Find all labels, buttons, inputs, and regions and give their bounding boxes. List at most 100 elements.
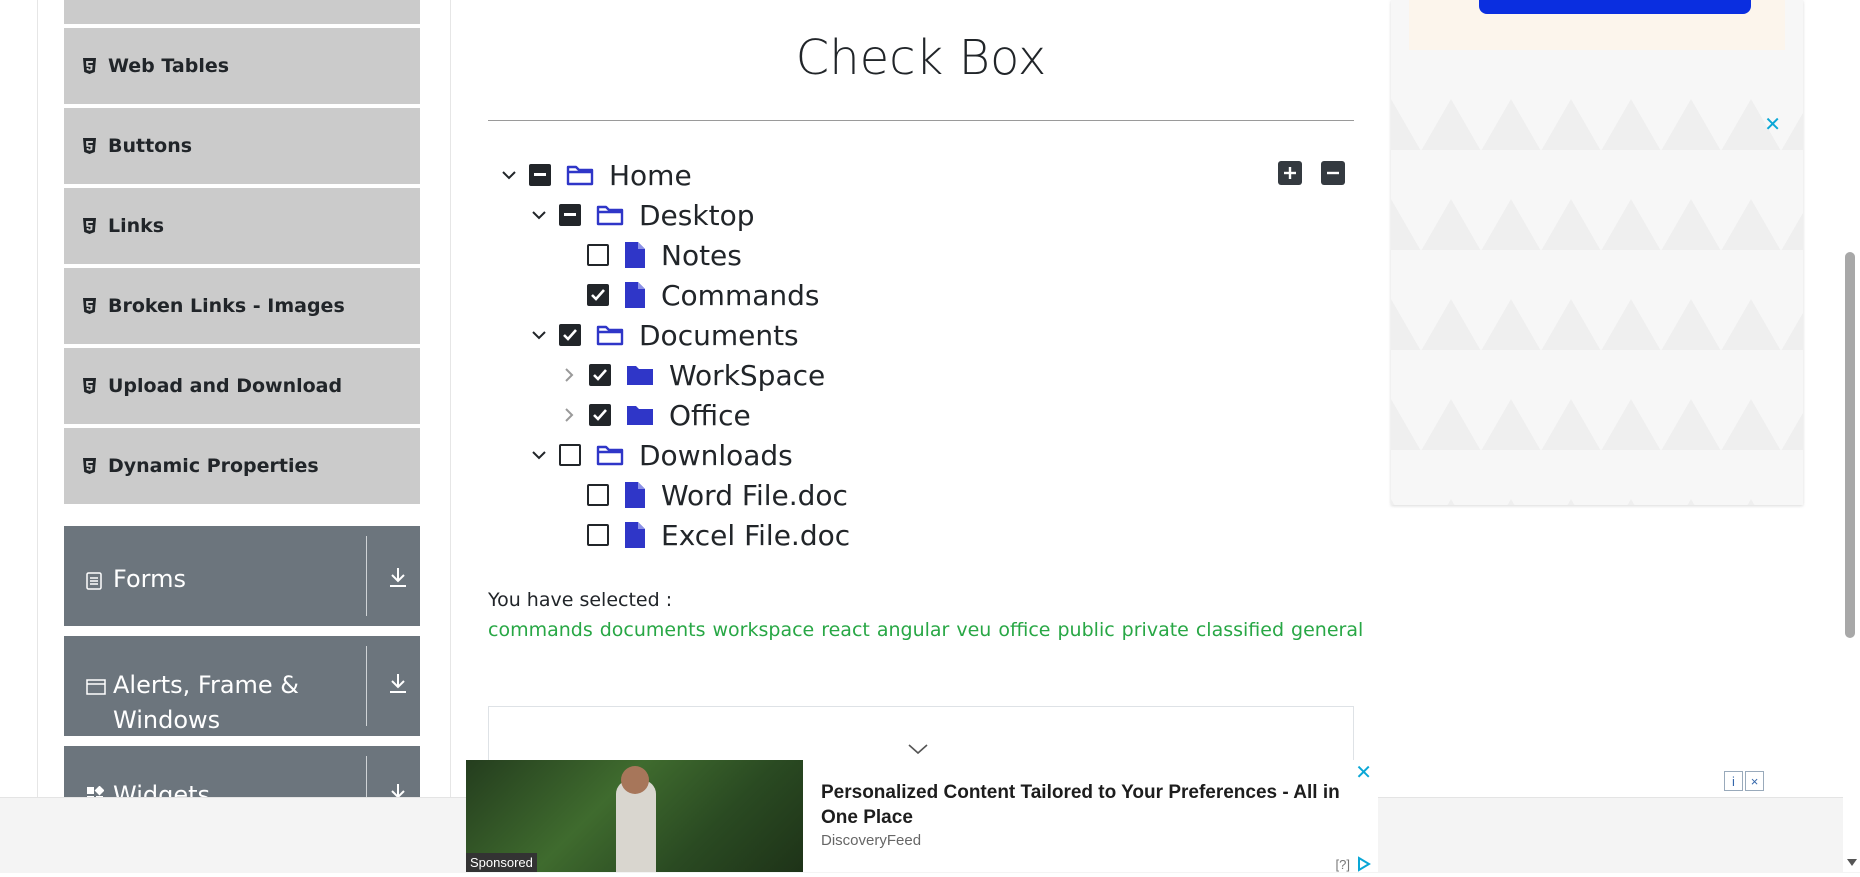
result-prefix: You have selected : — [488, 589, 673, 611]
selected-item: react — [821, 619, 870, 641]
ad-headline[interactable]: Personalized Content Tailored to Your Pr… — [821, 780, 1366, 830]
selected-item: classified — [1195, 619, 1285, 641]
selected-item: documents — [599, 619, 706, 641]
scroll-down-arrow[interactable] — [1847, 859, 1857, 866]
sidebar-item-links[interactable]: Links — [64, 188, 420, 266]
ad-controls: i × — [1724, 771, 1764, 791]
tree-node-label[interactable]: WorkSpace — [669, 359, 825, 392]
tree-node-downloads: Downloads — [528, 435, 793, 475]
ad-banner-right[interactable]: ✕ — [1391, 0, 1803, 505]
folder-open-icon — [566, 162, 594, 188]
expand-all-button[interactable] — [1278, 161, 1302, 185]
checkbox-workspace[interactable] — [589, 364, 611, 386]
selected-items: commands documents workspace react angular ve… — [488, 619, 1370, 641]
scrollbar[interactable] — [1843, 0, 1860, 872]
checkbox-word-file[interactable] — [587, 484, 609, 506]
file-icon — [624, 282, 646, 308]
group-label: Forms — [113, 565, 186, 593]
html5-icon — [82, 217, 96, 235]
sidebar-item-label: Web Tables — [108, 55, 230, 77]
chevron-right-icon[interactable] — [558, 364, 580, 386]
ad-source: DiscoveryFeed — [821, 832, 922, 849]
window-icon — [86, 678, 106, 696]
chevron-down-icon[interactable] — [528, 444, 550, 466]
scrollbar-thumb[interactable] — [1845, 252, 1855, 638]
chevron-down-icon[interactable] — [907, 742, 929, 756]
sidebar: Web Tables Buttons Links Broken Links - … — [0, 0, 452, 872]
checkbox-desktop[interactable] — [559, 204, 581, 226]
folder-open-icon — [596, 322, 624, 348]
group-divider — [366, 536, 367, 616]
ad-image: Sponsored — [466, 760, 803, 872]
group-label: Alerts, Frame & Windows — [113, 671, 300, 734]
file-icon — [624, 482, 646, 508]
sidebar-item-label: Buttons — [108, 135, 193, 157]
tree-node-label[interactable]: Word File.doc — [661, 479, 848, 512]
page-title: Check Box — [795, 30, 1047, 86]
checkbox-documents[interactable] — [559, 324, 581, 346]
tree-node-label[interactable]: Commands — [661, 279, 820, 312]
close-icon[interactable]: ✕ — [1764, 112, 1781, 137]
chevron-down-icon[interactable] — [528, 204, 550, 226]
sidebar-item-previous[interactable] — [64, 0, 420, 26]
checkbox-excel-file[interactable] — [587, 524, 609, 546]
file-icon — [624, 522, 646, 548]
tree-node-label[interactable]: Downloads — [639, 439, 793, 472]
html5-icon — [82, 297, 96, 315]
chevron-right-icon[interactable] — [558, 404, 580, 426]
ad-help-link[interactable]: [?] — [1336, 857, 1350, 872]
tree-node-notes: Notes — [587, 235, 742, 275]
download-icon[interactable] — [388, 672, 408, 694]
html5-icon — [82, 457, 96, 475]
tree-node-label[interactable]: Home — [609, 159, 692, 192]
adchoices-icon[interactable] — [1356, 856, 1374, 872]
download-icon[interactable] — [388, 566, 408, 588]
sidebar-item-label: Dynamic Properties — [108, 455, 319, 477]
collapse-all-button[interactable] — [1321, 161, 1345, 185]
html5-icon — [82, 377, 96, 395]
checkbox-downloads[interactable] — [559, 444, 581, 466]
chevron-down-icon[interactable] — [528, 324, 550, 346]
title-divider — [488, 120, 1354, 121]
tree-node-label[interactable]: Notes — [661, 239, 742, 272]
chevron-down-icon[interactable] — [498, 164, 520, 186]
ad-header — [1409, 0, 1785, 50]
sidebar-item-buttons[interactable]: Buttons — [64, 108, 420, 186]
sidebar-item-dynamic-properties[interactable]: Dynamic Properties — [64, 428, 420, 506]
tree-node-commands: Commands — [587, 275, 820, 315]
info-icon[interactable]: i — [1724, 771, 1743, 791]
close-icon[interactable]: ✕ — [1355, 760, 1372, 785]
tree-node-label[interactable]: Desktop — [639, 199, 754, 232]
sidebar-item-web-tables[interactable]: Web Tables — [64, 28, 420, 106]
tree-node-label[interactable]: Documents — [639, 319, 799, 352]
sidebar-item-label: Links — [108, 215, 165, 237]
checkbox-office[interactable] — [589, 404, 611, 426]
group-alerts-frame-windows[interactable]: Alerts, Frame & Windows — [64, 636, 420, 736]
group-forms[interactable]: Forms — [64, 526, 420, 626]
sidebar-item-broken-links[interactable]: Broken Links - Images — [64, 268, 420, 346]
folder-icon — [626, 402, 654, 428]
checkbox-notes[interactable] — [587, 244, 609, 266]
checkbox-home[interactable] — [529, 164, 551, 186]
tree-node-office: Office — [558, 395, 751, 435]
tree-node-word-file: Word File.doc — [587, 475, 848, 515]
close-icon[interactable]: × — [1745, 771, 1764, 791]
form-icon — [86, 572, 104, 590]
selection-result: You have selected : commands documents wor… — [488, 585, 1363, 645]
sponsored-ad[interactable]: Sponsored Personalized Content Tailored … — [466, 760, 1378, 872]
tree-node-label[interactable]: Office — [669, 399, 751, 432]
sidebar-item-label: Broken Links - Images — [108, 295, 345, 317]
tree-node-label[interactable]: Excel File.doc — [661, 519, 850, 552]
selected-item: veu — [956, 619, 992, 641]
selected-item: general — [1291, 619, 1364, 641]
checkbox-commands[interactable] — [587, 284, 609, 306]
sidebar-item-upload-download[interactable]: Upload and Download — [64, 348, 420, 426]
selected-item: workspace — [712, 619, 815, 641]
tree-node-workspace: WorkSpace — [558, 355, 825, 395]
selected-item: office — [998, 619, 1051, 641]
ad-cta-button[interactable] — [1479, 0, 1751, 14]
folder-icon — [626, 362, 654, 388]
sponsored-label: Sponsored — [466, 853, 537, 872]
html5-icon — [82, 57, 96, 75]
tree-node-excel-file: Excel File.doc — [587, 515, 850, 555]
